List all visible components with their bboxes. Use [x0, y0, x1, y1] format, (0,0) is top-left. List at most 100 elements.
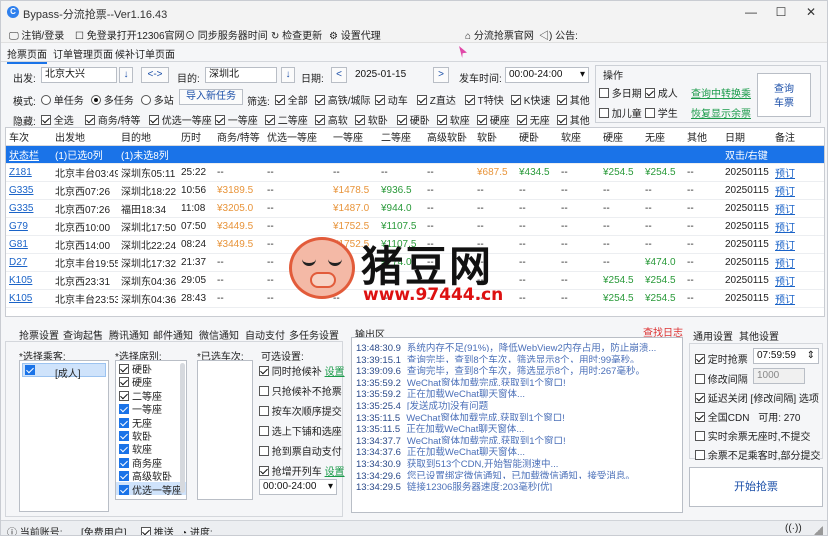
column-header[interactable]: 硬座: [600, 128, 642, 146]
seat-type-item[interactable]: 软座: [116, 441, 186, 456]
hide-first-class-checkbox[interactable]: 一等座: [215, 112, 258, 127]
column-header[interactable]: 车次: [6, 128, 52, 146]
login-menu[interactable]: 🖵 注销/登录: [9, 27, 64, 42]
seat-checkbox[interactable]: [119, 404, 129, 415]
resize-grip-icon[interactable]: [813, 526, 823, 535]
tab-waitlist-orders[interactable]: 候补订单页面: [115, 46, 175, 61]
column-header[interactable]: 商务/特等: [214, 128, 264, 146]
seat-list-scrollbar[interactable]: [180, 363, 185, 493]
modify-interval-checkbox[interactable]: 修改间隔: [695, 371, 748, 386]
hide-hard-sleeper-checkbox[interactable]: 硬卧: [397, 112, 430, 127]
announcement-menu[interactable]: ◁) 公告:: [539, 27, 578, 42]
minimize-button[interactable]: —: [737, 3, 765, 21]
tab-other-settings[interactable]: 其他设置: [739, 328, 779, 343]
multi-task-radio[interactable]: 多任务: [91, 92, 134, 107]
column-header[interactable]: 二等座: [378, 128, 424, 146]
also-waitlist-checkbox[interactable]: 同时抢候补 设置: [259, 363, 345, 378]
filter-z-checkbox[interactable]: Z直达: [417, 92, 456, 107]
selected-trains-list[interactable]: [197, 360, 253, 500]
seat-type-item[interactable]: 硬卧: [116, 361, 186, 376]
national-cdn-checkbox[interactable]: 全国CDN 可用: 270: [695, 409, 800, 424]
book-link[interactable]: 预订: [775, 205, 795, 216]
book-link[interactable]: 预订: [775, 259, 795, 270]
close-button[interactable]: ✕: [797, 3, 825, 21]
column-header[interactable]: 其他: [684, 128, 722, 146]
timed-grab-time-input[interactable]: 07:59:59 ⇕: [753, 348, 819, 364]
book-link[interactable]: 预订: [775, 169, 795, 180]
sync-time-menu[interactable]: ⊙ 同步服务器时间: [185, 27, 268, 42]
seat-type-item[interactable]: 优选一等座: [116, 481, 186, 497]
seat-checkbox[interactable]: [119, 457, 129, 468]
seat-type-item[interactable]: 商务座: [116, 455, 186, 470]
tab-mail-notify[interactable]: 邮件通知: [153, 327, 193, 342]
hide-soft-seat-checkbox[interactable]: 软座: [437, 112, 470, 127]
multi-station-radio[interactable]: 多站: [141, 92, 174, 107]
book-link[interactable]: 预订: [775, 295, 795, 306]
transfer-query-link[interactable]: 查询中转换乘: [691, 85, 751, 100]
hide-soft-sleeper-checkbox[interactable]: 软卧: [355, 112, 388, 127]
date-input[interactable]: 2025-01-15: [351, 67, 431, 83]
to-station-input[interactable]: 深圳北: [205, 67, 277, 83]
column-header[interactable]: 历时: [178, 128, 214, 146]
seat-checkbox[interactable]: [119, 364, 129, 374]
train-number-link[interactable]: G335: [9, 203, 33, 214]
hide-premium-first-checkbox[interactable]: 优选一等座: [149, 112, 212, 127]
seat-type-item[interactable]: 硬座: [116, 374, 186, 389]
import-task-button[interactable]: 导入新任务: [179, 89, 243, 105]
check-update-menu[interactable]: ↻ 检查更新: [271, 27, 322, 42]
column-header[interactable]: 高级软卧: [424, 128, 474, 146]
train-number-link[interactable]: K105: [9, 293, 32, 304]
filter-all-checkbox[interactable]: 全部: [275, 92, 308, 107]
hide-business-checkbox[interactable]: 商务/特等: [85, 112, 141, 127]
train-row[interactable]: G335 北京西07:26 福田18:34 11:08 ¥3205.0 -- ¥1487.0…: [6, 199, 824, 218]
seat-type-item[interactable]: 高级软卧: [116, 468, 186, 483]
column-header[interactable]: 备注: [772, 128, 824, 146]
waitlist-only-checkbox[interactable]: 只抢候补不抢票: [259, 383, 342, 398]
choose-berth-checkbox[interactable]: 选上下铺和选座: [259, 423, 342, 438]
seat-checkbox[interactable]: [119, 377, 129, 388]
passenger-list[interactable]: [成人]: [19, 360, 109, 512]
train-row[interactable]: Z181 北京丰台03:49 深圳东05:11 25:22 -- -- -- -- -- ¥687…: [6, 163, 824, 182]
tab-grab-tickets[interactable]: 抢票页面: [7, 46, 47, 64]
interval-input[interactable]: 1000: [753, 368, 805, 384]
book-link[interactable]: 预订: [775, 277, 795, 288]
status-row[interactable]: 状态栏 (1)已选0列 (1)未选8列 双击/右键: [6, 145, 824, 164]
auto-pay-checkbox[interactable]: 抢到票自动支付: [259, 443, 342, 458]
tab-wechat-notify[interactable]: 微信通知: [199, 327, 239, 342]
to-dropdown-button[interactable]: ↓: [281, 67, 295, 83]
next-date-button[interactable]: >: [433, 67, 449, 83]
seat-type-item[interactable]: 二等座: [116, 388, 186, 403]
book-link[interactable]: 预订: [775, 187, 795, 198]
website-menu[interactable]: ⌂ 分流抢票官网: [465, 27, 534, 42]
tab-sale-query[interactable]: 查询起售: [63, 327, 103, 342]
extra-trains-checkbox[interactable]: 抢增开列车 设置: [259, 463, 345, 478]
from-station-input[interactable]: 北京大兴: [41, 67, 117, 83]
train-number-link[interactable]: Z181: [9, 167, 32, 178]
seat-checkbox[interactable]: [119, 417, 129, 428]
grab-time-range-select[interactable]: 00:00-24:00 ▾: [259, 479, 337, 495]
train-number-link[interactable]: G81: [9, 239, 28, 250]
passenger-checkbox[interactable]: [25, 365, 35, 375]
add-child-checkbox[interactable]: 加儿童: [599, 105, 642, 120]
column-header[interactable]: 软座: [558, 128, 600, 146]
push-checkbox[interactable]: 推送: [141, 524, 174, 535]
query-tickets-button[interactable]: 查询 车票: [757, 73, 811, 117]
train-number-link[interactable]: K105: [9, 275, 32, 286]
column-header[interactable]: 出发地: [52, 128, 118, 146]
filter-t-checkbox[interactable]: T特快: [465, 92, 504, 107]
multi-date-checkbox[interactable]: 多日期: [599, 85, 642, 100]
waitlist-settings-link[interactable]: 设置: [325, 367, 345, 378]
prev-date-button[interactable]: <: [331, 67, 347, 83]
hide-no-seat-checkbox[interactable]: 无座: [517, 112, 550, 127]
filter-highspeed-checkbox[interactable]: 高铁/城际: [315, 92, 371, 107]
from-dropdown-button[interactable]: ↓: [119, 67, 133, 83]
train-row[interactable]: G335 北京西07:26 深圳北18:22 10:56 ¥3189.5 -- ¥1478.…: [6, 181, 824, 200]
seat-checkbox[interactable]: [119, 471, 129, 482]
partial-submit-checkbox[interactable]: 余票不足乘客时,部分提交: [695, 447, 821, 462]
column-header[interactable]: 优选一等座: [264, 128, 330, 146]
hide-select-all-checkbox[interactable]: 全选: [41, 112, 74, 127]
open-12306-menu[interactable]: ☐ 免登录打开12306官网: [75, 27, 185, 42]
hide-other-checkbox[interactable]: 其他: [557, 112, 590, 127]
order-by-train-checkbox[interactable]: 按车次顺序提交: [259, 403, 342, 418]
seat-checkbox[interactable]: [119, 444, 129, 455]
